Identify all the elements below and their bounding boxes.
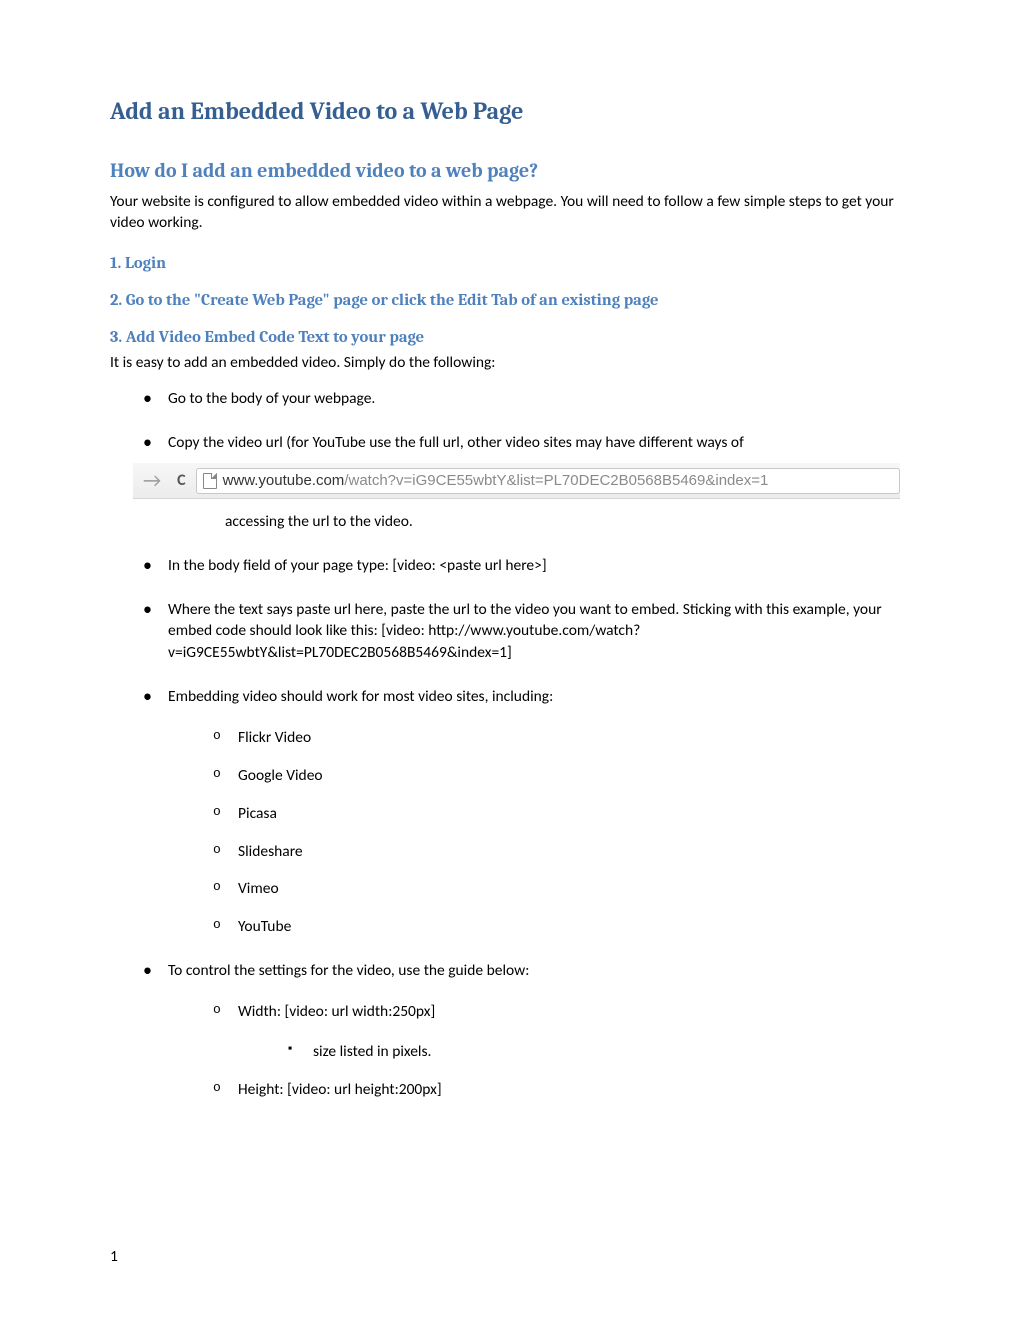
list-item: Where the text says paste url here, past… [148,599,910,664]
list-item: Width: [video: url width:250px] size lis… [218,1001,910,1062]
list-item: Go to the body of your webpage. [148,388,910,410]
list-item: Copy the video url (for YouTube use the … [148,432,910,533]
list-item: To control the settings for the video, u… [148,960,910,1101]
list-item-text: Width: [video: url width:250px] [238,1002,435,1021]
intro-text: Your website is configured to allow embe… [110,191,910,234]
list-item-text: Embedding video should work for most vid… [168,687,553,706]
list-item: Google Video [218,765,910,787]
video-sites-list: Flickr Video Google Video Picasa Slidesh… [168,727,910,937]
url-path: /watch?v=iG9CE55wbtY&list=PL70DEC2B0568B… [344,470,768,491]
forward-icon: → [143,467,161,495]
page-title: Add an Embedded Video to a Web Page [110,95,910,129]
url-domain: www.youtube.com [223,470,345,491]
reload-icon: C [177,470,185,492]
page-icon [203,473,217,489]
list-item: size listed in pixels. [293,1041,910,1063]
list-item: Height: [video: url height:200px] [218,1079,910,1101]
list-item: Slideshare [218,841,910,863]
list-item-continuation: accessing the url to the video. [225,511,910,533]
browser-url-bar: → C www.youtube.com/watch?v=iG9CE55wbtY&… [133,463,910,499]
step-3-intro: It is easy to add an embedded video. Sim… [110,352,910,374]
list-item-text: Copy the video url (for YouTube use the … [168,433,744,452]
list-item: YouTube [218,916,910,938]
step-2-heading: 2. Go to the "Create Web Page" page or c… [110,289,910,312]
list-item-text: To control the settings for the video, u… [168,961,529,980]
step-3-heading: 3. Add Video Embed Code Text to your pag… [110,326,910,349]
list-item: Flickr Video [218,727,910,749]
instruction-list: Go to the body of your webpage. Copy the… [110,388,910,1100]
settings-list: Width: [video: url width:250px] size lis… [168,1001,910,1100]
settings-sublist: size listed in pixels. [238,1041,910,1063]
list-item: Vimeo [218,878,910,900]
address-input[interactable]: www.youtube.com/watch?v=iG9CE55wbtY&list… [196,468,900,494]
list-item: Embedding video should work for most vid… [148,686,910,938]
section-heading: How do I add an embedded video to a web … [110,157,910,185]
step-1-heading: 1. Login [110,252,910,275]
list-item: In the body field of your page type: [vi… [148,555,910,577]
page-number: 1 [110,1246,118,1268]
list-item: Picasa [218,803,910,825]
